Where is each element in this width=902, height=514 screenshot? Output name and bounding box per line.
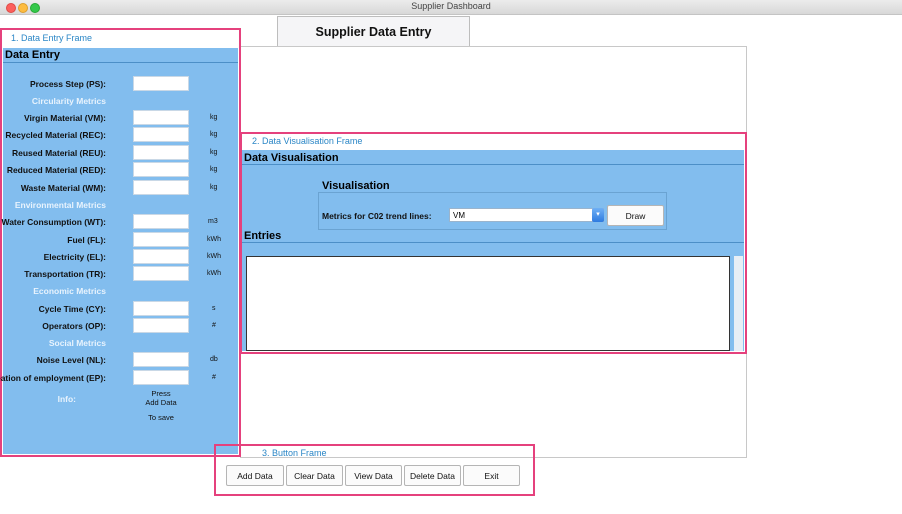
reused-material-unit: kg <box>210 149 218 156</box>
virgin-material-unit: kg <box>210 114 218 121</box>
creation-of-employment-label: Creation of employment (EP): <box>0 373 106 383</box>
info-line-3: To save <box>148 413 174 422</box>
entries-heading: Entries <box>244 230 282 242</box>
fuel-input[interactable] <box>133 232 189 247</box>
transportation-unit: kWh <box>207 270 221 277</box>
process-step-label: Process Step (PS): <box>29 79 106 89</box>
reduced-material-input[interactable] <box>133 162 189 177</box>
water-consumption-input[interactable] <box>133 214 189 229</box>
noise-level-input[interactable] <box>133 352 189 367</box>
page-title: Supplier Data Entry <box>277 16 470 47</box>
water-consumption-unit: m3 <box>208 218 218 225</box>
divider <box>3 62 238 63</box>
entries-scrollbar[interactable] <box>734 256 743 351</box>
data-entry-heading: Data Entry <box>5 49 61 61</box>
cycle-time-input[interactable] <box>133 301 189 316</box>
divider <box>242 164 744 165</box>
noise-level-unit: db <box>210 356 218 363</box>
cycle-time-label: Cycle Time (CY): <box>38 304 106 314</box>
environmental-metrics-title: Environmental Metrics <box>14 200 106 210</box>
operators-label: Operators (OP): <box>42 321 106 331</box>
economic-metrics-title: Economic Metrics <box>33 286 106 296</box>
add-data-button[interactable]: Add Data <box>226 465 284 486</box>
circularity-metrics-title: Circularity Metrics <box>31 96 106 106</box>
waste-material-label: Waste Material (WM): <box>20 183 106 193</box>
waste-material-unit: kg <box>210 184 218 191</box>
virgin-material-input[interactable] <box>133 110 189 125</box>
fuel-unit: kWh <box>207 236 221 243</box>
data-entry-frame-title: 1. Data Entry Frame <box>11 33 93 43</box>
clear-data-button[interactable]: Clear Data <box>286 465 343 486</box>
waste-material-input[interactable] <box>133 180 189 195</box>
reduced-material-label: Reduced Material (RED): <box>6 165 106 175</box>
window-title: Supplier Dashboard <box>411 1 491 11</box>
delete-data-button[interactable]: Delete Data <box>404 465 461 486</box>
data-visualisation-heading: Data Visualisation <box>244 152 339 164</box>
metrics-select[interactable]: VM ▾ <box>449 208 604 222</box>
operators-unit: # <box>212 322 216 329</box>
recycled-material-label: Recycled Material (REC): <box>5 130 106 140</box>
electricity-label: Electricity (EL): <box>43 252 106 262</box>
cycle-time-unit: s <box>212 305 216 312</box>
operators-input[interactable] <box>133 318 189 333</box>
transportation-input[interactable] <box>133 266 189 281</box>
data-visualisation-frame-title: 2. Data Visualisation Frame <box>252 136 363 146</box>
creation-of-employment-input[interactable] <box>133 370 189 385</box>
reused-material-label: Reused Material (REU): <box>12 148 106 158</box>
exit-button[interactable]: Exit <box>463 465 520 486</box>
creation-of-employment-unit: # <box>212 374 216 381</box>
electricity-unit: kWh <box>207 253 221 260</box>
info-line-2: Add Data <box>145 398 177 407</box>
recycled-material-unit: kg <box>210 131 218 138</box>
transportation-label: Transportation (TR): <box>24 269 106 279</box>
recycled-material-input[interactable] <box>133 127 189 142</box>
noise-level-label: Noise Level (NL): <box>36 355 106 365</box>
divider <box>242 242 744 243</box>
info-label: Info: <box>57 394 76 404</box>
process-step-input[interactable] <box>133 76 189 91</box>
metrics-label: Metrics for C02 trend lines: <box>322 211 432 221</box>
metrics-select-value: VM <box>453 211 465 220</box>
electricity-input[interactable] <box>133 249 189 264</box>
entries-list[interactable] <box>246 256 730 351</box>
fuel-label: Fuel (FL): <box>67 235 106 245</box>
reused-material-input[interactable] <box>133 145 189 160</box>
chevron-down-icon[interactable]: ▾ <box>592 208 604 222</box>
window-titlebar: Supplier Dashboard <box>0 0 902 15</box>
reduced-material-unit: kg <box>210 166 218 173</box>
view-data-button[interactable]: View Data <box>345 465 402 486</box>
info-line-1: Press <box>151 389 171 398</box>
button-frame-title: 3. Button Frame <box>262 448 327 458</box>
virgin-material-label: Virgin Material (VM): <box>23 113 106 123</box>
social-metrics-title: Social Metrics <box>48 338 106 348</box>
visualisation-heading: Visualisation <box>322 180 390 192</box>
water-consumption-label: Water Consumption (WT): <box>1 217 107 227</box>
draw-button[interactable]: Draw <box>607 205 664 226</box>
